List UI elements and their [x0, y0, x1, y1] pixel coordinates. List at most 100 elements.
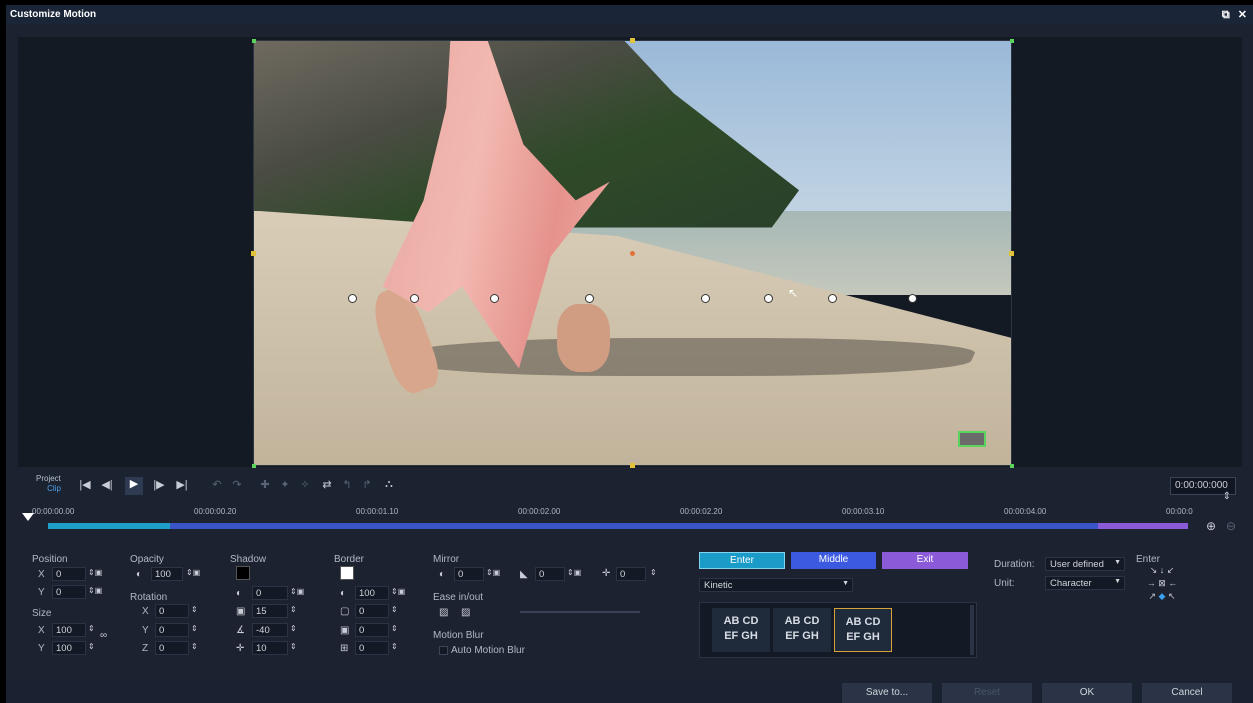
motion-path-point[interactable] — [828, 294, 837, 303]
rotation-x-field[interactable]: 0 — [155, 604, 189, 618]
step-back-icon[interactable]: ◀| — [98, 478, 116, 491]
preset-item[interactable]: AB CD EF GH — [712, 608, 770, 652]
corner-handle[interactable] — [1010, 464, 1014, 468]
reverse-keyframe-icon[interactable]: ✧ — [296, 478, 314, 491]
timeline[interactable]: 00:00:00.00 00:00:00.20 00:00:01.10 00:0… — [18, 505, 1242, 545]
spinner-icon[interactable]: ⇕ — [88, 624, 95, 633]
timecode-spinner-icon[interactable]: ⇕ — [1223, 491, 1231, 502]
redo-icon[interactable]: ↷ — [228, 478, 246, 491]
ease-out-icon[interactable]: ▨ — [461, 607, 470, 618]
tab-exit[interactable]: Exit — [882, 552, 968, 569]
direction-arrow-icon-selected[interactable]: ◆ — [1159, 591, 1166, 601]
playhead[interactable] — [22, 513, 34, 521]
motion-path-point[interactable] — [701, 294, 710, 303]
tab-enter[interactable]: Enter — [699, 552, 785, 569]
zoom-out-icon[interactable]: ⊖ — [1226, 519, 1236, 533]
shadow-opacity-field[interactable]: 0 — [252, 586, 288, 600]
preset-item-selected[interactable]: AB CD EF GH — [834, 608, 892, 652]
motion-path-icon[interactable]: ⛬ — [380, 478, 398, 491]
border-opacity-field[interactable]: 100 — [355, 586, 389, 600]
border-blur-field[interactable]: 0 — [355, 623, 389, 637]
corner-handle[interactable] — [252, 39, 256, 43]
link-icon[interactable]: ∞ — [100, 630, 107, 641]
direction-arrow-icon[interactable]: ↖ — [1168, 591, 1176, 601]
motion-path-point[interactable] — [908, 294, 917, 303]
timecode-field[interactable]: 0:00:00:000 ⇕ — [1170, 477, 1236, 502]
animation-track[interactable] — [48, 523, 1188, 529]
preset-item[interactable]: AB CD EF GH — [773, 608, 831, 652]
save-to-button[interactable]: Save to... — [842, 683, 932, 703]
previous-keyframe-icon[interactable]: ↰ — [338, 478, 356, 491]
rotation-y-field[interactable]: 0 — [155, 623, 189, 637]
edge-handle-top[interactable] — [630, 38, 635, 43]
exit-segment[interactable] — [1098, 523, 1188, 529]
spinner-icon[interactable]: ⇕▣ — [290, 587, 304, 596]
motion-path-point[interactable] — [410, 294, 419, 303]
spinner-icon[interactable]: ⇕ — [391, 642, 398, 651]
edge-handle-left[interactable] — [251, 251, 256, 256]
ease-slider[interactable] — [520, 611, 640, 613]
spinner-icon[interactable]: ⇕▣ — [186, 568, 200, 577]
style-select[interactable]: Kinetic ▼ — [699, 578, 853, 592]
duration-select[interactable]: User defined ▼ — [1045, 557, 1125, 571]
unit-select[interactable]: Character ▼ — [1045, 576, 1125, 590]
auto-motion-blur-checkbox[interactable] — [439, 646, 448, 655]
shadow-color-swatch[interactable] — [236, 566, 250, 580]
border-corner-field[interactable]: 0 — [355, 641, 389, 655]
size-y-field[interactable]: 100 — [52, 641, 86, 655]
spinner-icon[interactable]: ⇕▣ — [486, 568, 500, 577]
shadow-angle-field[interactable]: -40 — [252, 623, 288, 637]
enter-segment[interactable] — [48, 523, 170, 529]
undo-icon[interactable]: ↶ — [208, 478, 226, 491]
spinner-icon[interactable]: ⇕ — [290, 605, 297, 614]
spinner-icon[interactable]: ⇕ — [391, 605, 398, 614]
shadow-blur-field[interactable]: 15 — [252, 604, 288, 618]
end-frame-box[interactable] — [958, 431, 986, 447]
shadow-distance-field[interactable]: 10 — [252, 641, 288, 655]
preset-scrollbar[interactable] — [970, 605, 974, 655]
remove-keyframe-icon[interactable]: ✦ — [276, 478, 294, 491]
close-icon[interactable]: ✕ — [1238, 9, 1247, 21]
mirror-opacity-field[interactable]: 0 — [454, 567, 484, 581]
direction-arrow-icon[interactable]: ↓ — [1160, 565, 1165, 575]
clip-label[interactable]: Clip — [36, 484, 61, 494]
mirror-distance-field[interactable]: 0 — [616, 567, 646, 581]
spinner-icon[interactable]: ⇕▣ — [88, 568, 102, 577]
spinner-icon[interactable]: ⇕▣ — [391, 587, 405, 596]
size-x-field[interactable]: 100 — [52, 623, 86, 637]
direction-arrow-icon[interactable]: ↗ — [1148, 591, 1156, 601]
next-keyframe-icon[interactable]: ↱ — [358, 478, 376, 491]
spinner-icon[interactable]: ⇕ — [191, 624, 198, 633]
rotation-z-field[interactable]: 0 — [155, 641, 189, 655]
mirror-fade-field[interactable]: 0 — [535, 567, 565, 581]
position-y-field[interactable]: 0 — [52, 585, 86, 599]
border-color-swatch[interactable] — [340, 566, 354, 580]
swap-icon[interactable]: ⇄ — [318, 478, 336, 491]
spinner-icon[interactable]: ⇕ — [391, 624, 398, 633]
reset-button[interactable]: Reset — [942, 683, 1032, 703]
go-to-end-icon[interactable]: ▶| — [173, 478, 191, 491]
edge-handle-right[interactable] — [1009, 251, 1014, 256]
position-x-field[interactable]: 0 — [52, 567, 86, 581]
direction-center-icon[interactable]: ⊠ — [1158, 578, 1166, 588]
spinner-icon[interactable]: ⇕ — [290, 624, 297, 633]
cancel-button[interactable]: Cancel — [1142, 683, 1232, 703]
step-forward-icon[interactable]: |▶ — [150, 478, 168, 491]
add-keyframe-icon[interactable]: ✚ — [256, 478, 274, 491]
direction-arrow-icon[interactable]: ↙ — [1167, 565, 1175, 575]
tab-middle[interactable]: Middle — [791, 552, 876, 569]
ok-button[interactable]: OK — [1042, 683, 1132, 703]
ease-in-icon[interactable]: ▨ — [439, 607, 448, 618]
center-point[interactable] — [630, 251, 635, 256]
corner-handle[interactable] — [1010, 39, 1014, 43]
direction-arrow-icon[interactable]: ← — [1168, 578, 1177, 588]
spinner-icon[interactable]: ⇕▣ — [88, 586, 102, 595]
motion-path-point[interactable] — [764, 294, 773, 303]
motion-path-point[interactable] — [490, 294, 499, 303]
play-icon[interactable]: ▶ — [125, 477, 143, 495]
restore-icon[interactable]: ⧉ — [1222, 9, 1230, 21]
edge-handle-bottom[interactable] — [630, 463, 635, 468]
spinner-icon[interactable]: ⇕ — [191, 605, 198, 614]
spinner-icon[interactable]: ⇕ — [191, 642, 198, 651]
spinner-icon[interactable]: ⇕ — [88, 642, 95, 651]
